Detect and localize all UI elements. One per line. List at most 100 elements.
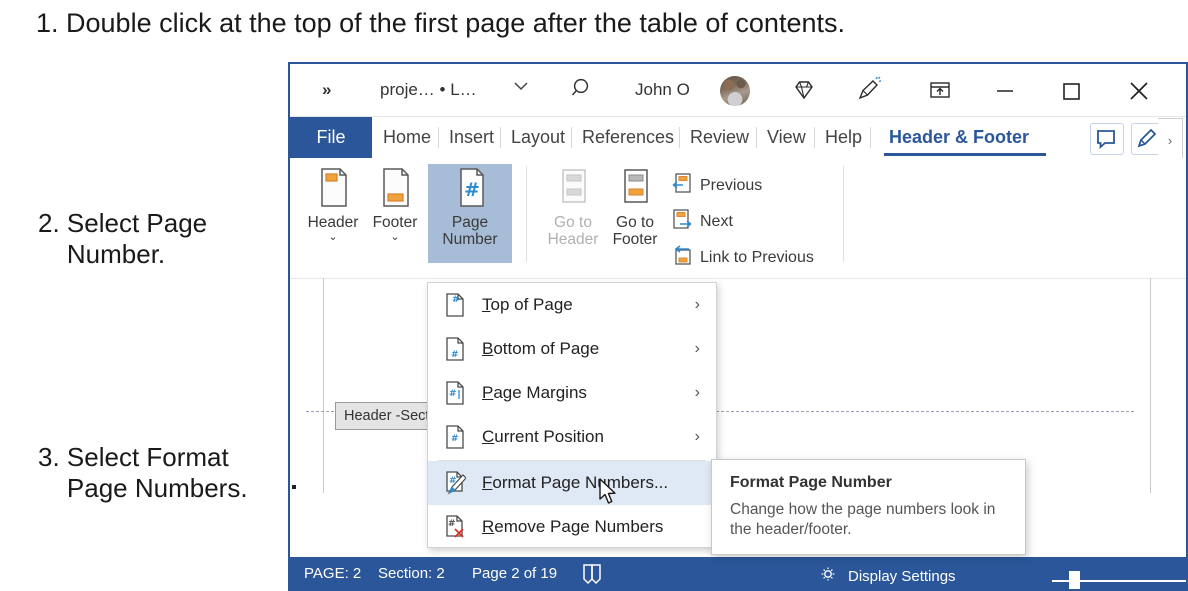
header-button-label: Header bbox=[307, 214, 359, 231]
restore-up-icon[interactable] bbox=[926, 76, 954, 104]
close-icon[interactable] bbox=[1124, 76, 1154, 104]
menu-item-page-margins[interactable]: # Page Margins › bbox=[428, 371, 716, 415]
page-number-top-icon: # bbox=[444, 292, 474, 318]
title-bar: » proje… • L… John O bbox=[290, 64, 1186, 117]
footer-icon bbox=[373, 164, 417, 210]
footer-button-label: Footer bbox=[372, 214, 418, 231]
tab-insert[interactable]: Insert bbox=[440, 117, 503, 158]
svg-text:#: # bbox=[451, 434, 459, 444]
footer-button[interactable]: Footer ⌄ bbox=[362, 164, 428, 262]
svg-text:#: # bbox=[449, 389, 457, 399]
menu-item-accel: B bbox=[482, 339, 494, 358]
previous-icon bbox=[671, 172, 693, 199]
go-to-header-button-label: Go to Header bbox=[547, 214, 599, 249]
tab-view[interactable]: View bbox=[758, 117, 815, 158]
search-icon[interactable] bbox=[570, 76, 596, 102]
page-left-margin-guide bbox=[323, 278, 324, 493]
menu-item-label: Current Position bbox=[482, 427, 604, 446]
read-mode-icon[interactable] bbox=[580, 562, 606, 589]
header-button[interactable]: Header ⌄ bbox=[300, 164, 366, 262]
zoom-slider-thumb[interactable] bbox=[1069, 571, 1080, 589]
format-page-number-tooltip: Format Page Number Change how the page n… bbox=[711, 459, 1026, 555]
page-number-button-label: Page Number bbox=[442, 214, 498, 249]
go-to-footer-button-label: Go to Footer bbox=[612, 214, 658, 249]
go-to-header-button[interactable]: Go to Header bbox=[540, 164, 606, 262]
page-number-icon: # bbox=[448, 164, 492, 210]
go-to-footer-button[interactable]: Go to Footer bbox=[602, 164, 668, 262]
link-to-previous-icon bbox=[671, 244, 693, 271]
menu-item-accel: C bbox=[482, 427, 495, 446]
tab-divider bbox=[679, 127, 680, 148]
page-number-bottom-icon: # bbox=[444, 336, 474, 362]
svg-text:#: # bbox=[452, 295, 460, 305]
page-number-margins-icon: # bbox=[444, 380, 474, 406]
avatar[interactable] bbox=[720, 76, 750, 106]
ribbon-content: Header ⌄ Footer ⌄ # Page Number Go to He… bbox=[290, 158, 1186, 365]
next-button[interactable]: Next bbox=[671, 208, 733, 235]
go-to-footer-icon bbox=[613, 164, 657, 210]
status-bar: PAGE: 2 Section: 2 Page 2 of 19 Display … bbox=[290, 557, 1186, 589]
comment-icon[interactable] bbox=[1090, 123, 1124, 155]
ribbon-tab-strip: File Home Insert Layout References Revie… bbox=[290, 117, 1186, 162]
remove-page-numbers-icon: # bbox=[444, 514, 474, 540]
link-to-previous-button[interactable]: Link to Previous bbox=[671, 244, 814, 271]
document-title[interactable]: proje… • L… bbox=[380, 80, 477, 100]
ribbon-overflow-icon[interactable]: › bbox=[1158, 118, 1183, 162]
previous-button[interactable]: Previous bbox=[671, 172, 762, 199]
document-marker bbox=[292, 485, 296, 489]
diamond-icon[interactable] bbox=[790, 76, 818, 104]
svg-text:#: # bbox=[464, 179, 480, 201]
chevron-down-icon[interactable] bbox=[512, 77, 530, 95]
menu-item-bottom-of-page[interactable]: # Bottom of Page › bbox=[428, 327, 716, 371]
tab-file[interactable]: File bbox=[290, 117, 372, 158]
user-name-label[interactable]: John O bbox=[635, 80, 690, 100]
page-right-margin-guide bbox=[1150, 278, 1151, 493]
instruction-step-3: 3. Select Format Page Numbers. bbox=[38, 442, 248, 503]
status-section[interactable]: Section: 2 bbox=[378, 565, 445, 582]
next-icon bbox=[671, 208, 693, 235]
pen-highlight-icon[interactable] bbox=[855, 76, 883, 104]
quick-access-overflow-icon[interactable]: » bbox=[322, 80, 332, 100]
menu-item-accel: T bbox=[482, 295, 491, 314]
chevron-down-icon[interactable]: ⌄ bbox=[328, 232, 337, 243]
status-page[interactable]: PAGE: 2 bbox=[304, 565, 361, 582]
tooltip-title: Format Page Number bbox=[730, 474, 892, 491]
menu-item-remove-page-numbers[interactable]: # Remove Page Numbers bbox=[428, 505, 716, 549]
tab-review[interactable]: Review bbox=[681, 117, 758, 158]
active-tab-underline bbox=[884, 153, 1046, 156]
ribbon-group-divider bbox=[526, 166, 527, 262]
chevron-right-icon: › bbox=[694, 428, 700, 445]
format-page-numbers-icon: # bbox=[444, 470, 474, 496]
tab-divider bbox=[756, 127, 757, 148]
svg-text:#: # bbox=[448, 519, 456, 529]
display-settings-label: Display Settings bbox=[848, 567, 956, 585]
tab-header-and-footer[interactable]: Header & Footer bbox=[880, 117, 1038, 158]
tab-layout[interactable]: Layout bbox=[502, 117, 574, 158]
menu-item-label: Bottom of Page bbox=[482, 339, 600, 358]
menu-item-current-position[interactable]: # Current Position › bbox=[428, 415, 716, 459]
tooltip-body: Change how the page numbers look in the … bbox=[730, 501, 996, 539]
chevron-right-icon: › bbox=[694, 384, 700, 401]
tab-help[interactable]: Help bbox=[816, 117, 871, 158]
maximize-icon[interactable] bbox=[1056, 76, 1086, 104]
chevron-down-icon[interactable]: ⌄ bbox=[390, 232, 399, 243]
tab-divider bbox=[571, 127, 572, 148]
display-settings-button[interactable]: Display Settings bbox=[820, 565, 956, 587]
tab-home[interactable]: Home bbox=[374, 117, 440, 158]
tab-references[interactable]: References bbox=[573, 117, 683, 158]
menu-item-accel: F bbox=[482, 473, 493, 492]
minimize-icon[interactable] bbox=[990, 76, 1020, 104]
menu-item-label: Page Margins bbox=[482, 383, 587, 402]
status-page-of[interactable]: Page 2 of 19 bbox=[472, 565, 557, 582]
ribbon-group-divider bbox=[843, 166, 844, 262]
document-top-edge bbox=[290, 278, 1186, 279]
page-number-button[interactable]: # Page Number bbox=[428, 164, 512, 263]
menu-item-label: Remove Page Numbers bbox=[482, 517, 664, 536]
go-to-header-icon bbox=[551, 164, 595, 210]
chevron-right-icon: › bbox=[694, 296, 700, 313]
link-to-previous-label: Link to Previous bbox=[700, 248, 814, 266]
menu-item-top-of-page[interactable]: # Top of Page › bbox=[428, 283, 716, 327]
tab-divider bbox=[870, 127, 871, 148]
tab-divider bbox=[814, 127, 815, 148]
menu-item-format-page-numbers[interactable]: # Format Page Numbers... bbox=[428, 461, 716, 505]
